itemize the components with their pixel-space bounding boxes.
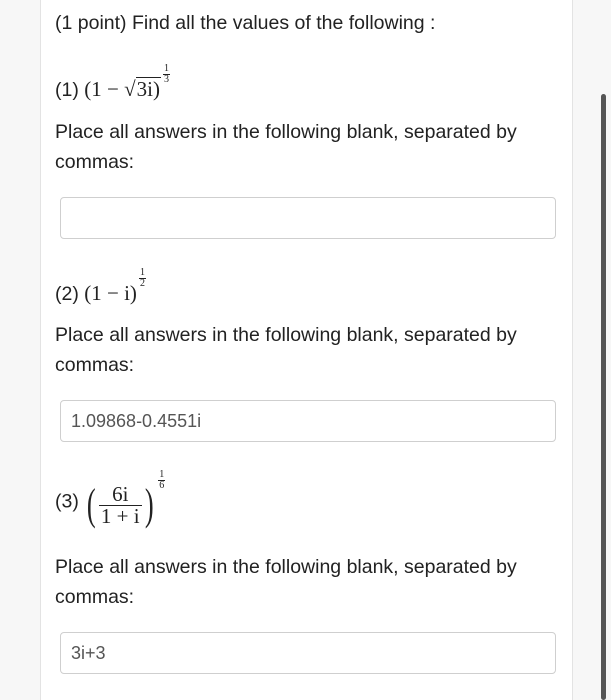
part-2-instruction-line2: commas: [55,354,135,376]
problem-header: (1 point) Find all the values of the fol… [55,12,436,34]
part-3-open-paren: ( [87,480,96,530]
part-2-exp-den: 2 [139,278,145,289]
part-2-answer-input[interactable] [60,400,556,442]
part-1-exp-den: 3 [163,74,169,85]
part-3-close-paren: ) [144,480,154,530]
part-3-label: (3) [55,490,79,513]
part-2-exponent: 12 [138,268,146,289]
part-2-expr-base: (1 − i) [84,281,137,305]
part-1-instruction-line1: Place all answers in the following blank… [55,121,517,143]
part-1-expression: (1 − √3i) 1 3 [84,64,170,101]
part-3-question: (3) (6i 1 + i) 1 6 [55,470,166,533]
part-1-answer-input[interactable] [60,197,556,239]
page: (1 point) Find all the values of the fol… [0,0,611,700]
part-2-instruction-line1: Place all answers in the following blank… [55,324,517,346]
part-3-expression: (6i 1 + i) 1 6 [84,470,166,527]
part-1-label: (1) [55,79,79,101]
part-1-instruction-line2: commas: [55,151,135,173]
part-3-exponent: 16 [158,470,166,491]
part-3-instruction-line2: commas: [55,586,135,608]
part-1-sqrt-value: 3 [136,77,148,101]
sqrt-symbol: √ [124,77,136,101]
part-3-answer-input[interactable] [60,632,556,674]
part-3-fraction: 6i 1 + i [98,483,142,528]
part-3-numerator: 6i [98,483,142,506]
part-1-expr-open: (1 − [84,77,119,101]
part-2-label: (2) [55,283,79,305]
part-3-denominator: 1 + i [100,503,140,528]
vertical-scrollbar[interactable] [601,94,606,700]
part-2-question: (2) (1 − i) 1 2 [55,268,146,309]
part-2-expression: (1 − i) 1 2 [84,268,146,305]
part-3-exp-den: 6 [159,480,165,491]
part-1-sqrt-arg: 3i) [135,77,161,101]
part-1-question: (1) (1 − √3i) 1 3 [55,64,170,105]
part-3-instruction-line1: Place all answers in the following blank… [55,556,517,578]
part-1-exponent: 13 [162,64,170,85]
part-1-expr-close: i) [147,77,160,101]
